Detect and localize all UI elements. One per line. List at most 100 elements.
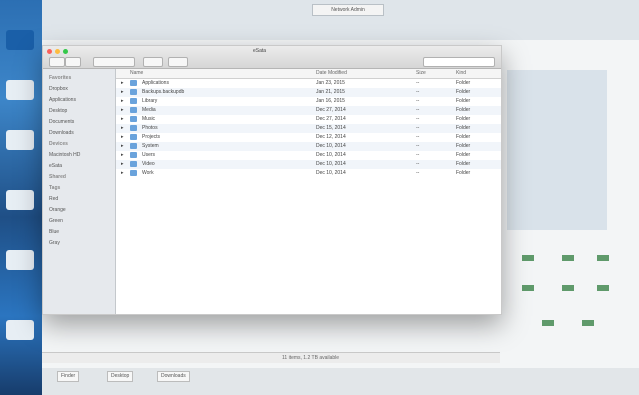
sidebar-item[interactable]: Desktop xyxy=(49,108,67,114)
window-titlebar[interactable]: eSata xyxy=(43,46,501,69)
disclosure-icon[interactable]: ▸ xyxy=(121,170,124,176)
sidebar-item[interactable]: Dropbox xyxy=(49,86,68,92)
background-block xyxy=(562,285,574,291)
row-name: Media xyxy=(142,107,156,113)
row-name: Backups.backupdb xyxy=(142,89,185,95)
folder-icon xyxy=(130,161,137,167)
sidebar-item[interactable]: Applications xyxy=(49,97,76,103)
desktop-wallpaper xyxy=(0,0,42,395)
table-row[interactable]: ▸ System Dec 10, 2014 -- Folder xyxy=(116,142,501,151)
view-mode-button[interactable] xyxy=(93,57,135,67)
bottom-tab[interactable]: Finder xyxy=(57,371,80,382)
row-date: Dec 10, 2014 xyxy=(316,170,346,176)
search-input[interactable] xyxy=(423,57,495,67)
app-icon[interactable] xyxy=(6,30,34,50)
arrange-button[interactable] xyxy=(143,57,163,67)
finder-window[interactable]: eSata Favorites Dropbox Applications Deskto… xyxy=(42,45,502,315)
app-icon[interactable] xyxy=(6,250,34,270)
disclosure-icon[interactable]: ▸ xyxy=(121,134,124,140)
disclosure-icon[interactable]: ▸ xyxy=(121,80,124,86)
sidebar-item[interactable]: Green xyxy=(49,218,63,224)
table-row[interactable]: ▸ Projects Dec 12, 2014 -- Folder xyxy=(116,133,501,142)
column-name[interactable]: Name xyxy=(130,70,143,76)
background-block xyxy=(597,255,609,261)
sidebar-item[interactable]: Red xyxy=(49,196,58,202)
back-button[interactable] xyxy=(49,57,65,67)
sidebar: Favorites Dropbox Applications Desktop Docum… xyxy=(43,69,116,314)
zoom-icon[interactable] xyxy=(63,49,68,54)
row-name: Photos xyxy=(142,125,158,131)
sidebar-item[interactable]: Downloads xyxy=(49,130,74,136)
sidebar-item[interactable]: eSata xyxy=(49,163,62,169)
disclosure-icon[interactable]: ▸ xyxy=(121,89,124,95)
disclosure-icon[interactable]: ▸ xyxy=(121,143,124,149)
table-row[interactable]: ▸ Photos Dec 15, 2014 -- Folder xyxy=(116,124,501,133)
sidebar-section-heading: Favorites xyxy=(49,75,72,81)
row-date: Dec 10, 2014 xyxy=(316,152,346,158)
row-date: Jan 16, 2015 xyxy=(316,98,345,104)
column-kind[interactable]: Kind xyxy=(456,70,466,76)
table-row[interactable]: ▸ Media Dec 27, 2014 -- Folder xyxy=(116,106,501,115)
row-date: Dec 10, 2014 xyxy=(316,143,346,149)
row-kind: Folder xyxy=(456,161,471,167)
close-icon[interactable] xyxy=(47,49,52,54)
table-row[interactable]: ▸ Backups.backupdb Jan 21, 2015 -- Folder xyxy=(116,88,501,97)
row-size: -- xyxy=(416,143,420,149)
table-row[interactable]: ▸ Video Dec 10, 2014 -- Folder xyxy=(116,160,501,169)
disclosure-icon[interactable]: ▸ xyxy=(121,107,124,113)
column-size[interactable]: Size xyxy=(416,70,426,76)
row-size: -- xyxy=(416,134,420,140)
minimize-icon[interactable] xyxy=(55,49,60,54)
disclosure-icon[interactable]: ▸ xyxy=(121,161,124,167)
table-row[interactable]: ▸ Music Dec 27, 2014 -- Folder xyxy=(116,115,501,124)
column-header[interactable]: Name Date Modified Size Kind xyxy=(116,69,501,79)
app-icon[interactable] xyxy=(6,190,34,210)
sidebar-section-heading: Tags xyxy=(49,185,61,191)
folder-icon xyxy=(130,143,137,149)
row-size: -- xyxy=(416,107,420,113)
row-kind: Folder xyxy=(456,80,471,86)
background-top-bar: Network Admin xyxy=(42,0,639,40)
row-kind: Folder xyxy=(456,170,471,176)
bottom-tab[interactable]: Downloads xyxy=(157,371,190,382)
disclosure-icon[interactable]: ▸ xyxy=(121,152,124,158)
forward-button[interactable] xyxy=(65,57,81,67)
file-list: Name Date Modified Size Kind ▸ Applicatio… xyxy=(116,69,501,314)
folder-icon xyxy=(130,116,137,122)
row-kind: Folder xyxy=(456,134,471,140)
disclosure-icon[interactable]: ▸ xyxy=(121,116,124,122)
status-bar: 11 items, 1.2 TB available xyxy=(42,352,500,363)
row-name: Users xyxy=(142,152,156,158)
folder-icon xyxy=(130,89,137,95)
row-kind: Folder xyxy=(456,125,471,131)
table-row[interactable]: ▸ Users Dec 10, 2014 -- Folder xyxy=(116,151,501,160)
folder-icon xyxy=(130,98,137,104)
status-text: 11 items, 1.2 TB available xyxy=(282,355,340,361)
folder-icon xyxy=(130,170,137,176)
bottom-tab[interactable]: Desktop xyxy=(107,371,134,382)
sidebar-item[interactable]: Orange xyxy=(49,207,66,213)
row-kind: Folder xyxy=(456,89,471,95)
sidebar-item[interactable]: Blue xyxy=(49,229,59,235)
disclosure-icon[interactable]: ▸ xyxy=(121,125,124,131)
row-kind: Folder xyxy=(456,143,471,149)
table-row[interactable]: ▸ Applications Jan 23, 2015 -- Folder xyxy=(116,79,501,88)
disclosure-icon[interactable]: ▸ xyxy=(121,98,124,104)
background-panel xyxy=(507,70,607,230)
row-kind: Folder xyxy=(456,152,471,158)
row-date: Dec 10, 2014 xyxy=(316,161,346,167)
action-button[interactable] xyxy=(168,57,188,67)
app-icon[interactable] xyxy=(6,130,34,150)
row-size: -- xyxy=(416,89,420,95)
table-row[interactable]: ▸ Library Jan 16, 2015 -- Folder xyxy=(116,97,501,106)
sidebar-item[interactable]: Gray xyxy=(49,240,60,246)
app-icon[interactable] xyxy=(6,320,34,340)
app-icon[interactable] xyxy=(6,80,34,100)
sidebar-item[interactable]: Documents xyxy=(49,119,74,125)
column-date[interactable]: Date Modified xyxy=(316,70,347,76)
top-label[interactable]: Network Admin xyxy=(312,4,384,16)
row-name: Work xyxy=(142,170,154,176)
sidebar-item[interactable]: Macintosh HD xyxy=(49,152,80,158)
table-row[interactable]: ▸ Work Dec 10, 2014 -- Folder xyxy=(116,169,501,178)
row-name: Library xyxy=(142,98,158,104)
